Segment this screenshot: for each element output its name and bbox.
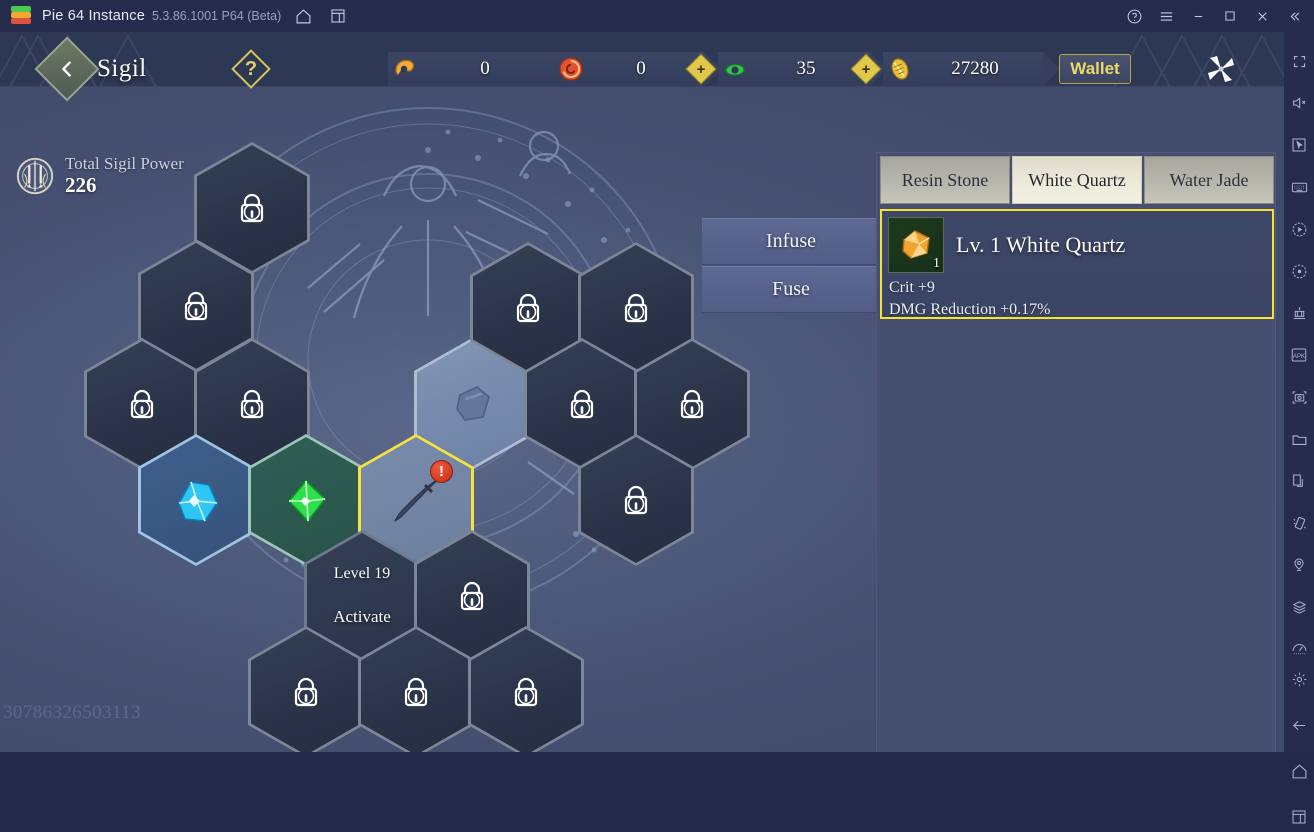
window-controls <box>1118 0 1310 32</box>
copy-paste-icon[interactable] <box>1284 466 1314 496</box>
fullscreen-icon[interactable] <box>1284 46 1314 76</box>
lock-icon <box>618 480 654 520</box>
keyboard-icon[interactable] <box>1284 172 1314 202</box>
emulator-sidebar-toolbar: APK <box>1284 32 1314 824</box>
multi-instance-manager-icon[interactable] <box>1284 298 1314 328</box>
home-icon[interactable] <box>1284 756 1314 786</box>
lock-icon <box>564 384 600 424</box>
lock-icon <box>454 576 490 616</box>
sigil-hex-grid: ! Level 19 Activate <box>0 32 880 752</box>
fuse-button[interactable]: Fuse <box>702 266 880 313</box>
blue-crystal-icon <box>161 467 231 533</box>
hex-node-label: Level 19 Activate <box>333 564 391 627</box>
back-arrow-icon[interactable] <box>1284 710 1314 740</box>
screenshot-icon[interactable] <box>1284 382 1314 412</box>
app-version: 5.3.86.1001 P64 (Beta) <box>151 9 282 23</box>
lock-icon <box>178 286 214 326</box>
install-apk-icon[interactable]: APK <box>1284 340 1314 370</box>
cursor-icon[interactable] <box>1284 130 1314 160</box>
recents-icon[interactable] <box>1284 802 1314 832</box>
help-icon[interactable] <box>1118 0 1150 32</box>
empty-stone-icon <box>443 375 501 433</box>
item-header: 1 Lv. 1 White Quartz <box>888 217 1125 273</box>
macro-play-icon[interactable] <box>1284 214 1314 244</box>
lock-icon <box>674 384 710 424</box>
menu-icon[interactable] <box>1150 0 1182 32</box>
lock-icon <box>124 384 160 424</box>
lock-icon <box>234 384 270 424</box>
game-viewport: Sigil ? 0 0 + 35 + 27280 Wallet Total Si… <box>0 32 1284 752</box>
close-icon[interactable] <box>1246 0 1278 32</box>
settings-gear-icon[interactable] <box>1284 664 1314 694</box>
svg-text:APK: APK <box>1293 354 1305 360</box>
wallet-button[interactable]: Wallet <box>1059 54 1131 84</box>
item-quantity: 1 <box>933 256 940 271</box>
stone-type-tabs: Resin Stone White Quartz Water Jade <box>880 156 1274 204</box>
maximize-icon[interactable] <box>1214 0 1246 32</box>
lock-icon <box>618 288 654 328</box>
minimize-icon[interactable] <box>1182 0 1214 32</box>
item-card-white-quartz[interactable]: 1 Lv. 1 White Quartz Crit +9 DMG Reducti… <box>880 209 1274 319</box>
infuse-button[interactable]: Infuse <box>702 218 880 265</box>
item-name: Lv. 1 White Quartz <box>956 232 1126 257</box>
sigil-stone-panel: Resin Stone White Quartz Water Jade 1 Lv… <box>876 152 1276 752</box>
multi-instance-icon[interactable] <box>325 3 351 29</box>
macro-record-icon[interactable] <box>1284 256 1314 286</box>
app-title: Pie 64 Instance <box>42 8 145 24</box>
window-titlebar: Pie 64 Instance 5.3.86.1001 P64 (Beta) <box>0 0 1314 32</box>
layers-icon[interactable] <box>1284 592 1314 622</box>
lock-icon <box>288 672 324 712</box>
tab-water-jade[interactable]: Water Jade <box>1144 156 1274 204</box>
green-gem-icon <box>271 467 341 533</box>
item-stat-2: DMG Reduction +0.17% <box>889 301 1051 318</box>
alert-badge-icon[interactable]: ! <box>430 460 453 483</box>
home-icon[interactable] <box>290 3 316 29</box>
lock-icon <box>398 672 434 712</box>
location-icon[interactable] <box>1284 550 1314 580</box>
lock-icon <box>510 288 546 328</box>
bluestacks-logo-icon <box>10 5 32 27</box>
currency-value-4: 27280 <box>951 58 999 79</box>
item-stats: Crit +9 DMG Reduction +0.17% <box>889 277 1050 321</box>
shake-icon[interactable] <box>1284 508 1314 538</box>
volume-mute-icon[interactable] <box>1284 88 1314 118</box>
folder-icon[interactable] <box>1284 424 1314 454</box>
gyroscope-icon[interactable] <box>1284 634 1314 664</box>
lock-icon <box>508 672 544 712</box>
device-id-watermark: 30786326503113 <box>3 702 141 723</box>
gold-cowrie-currency-icon <box>885 54 915 84</box>
lock-icon <box>234 188 270 228</box>
tab-resin-stone[interactable]: Resin Stone <box>880 156 1010 204</box>
currency-pill-4[interactable]: 27280 <box>883 52 1060 86</box>
white-quartz-icon: 1 <box>888 217 944 273</box>
collapse-sidebar-icon[interactable] <box>1278 0 1310 32</box>
header-decoration-right <box>1113 33 1284 87</box>
tab-white-quartz[interactable]: White Quartz <box>1012 156 1142 204</box>
close-panel-button[interactable] <box>1200 48 1242 90</box>
item-stat-1: Crit +9 <box>889 279 935 296</box>
